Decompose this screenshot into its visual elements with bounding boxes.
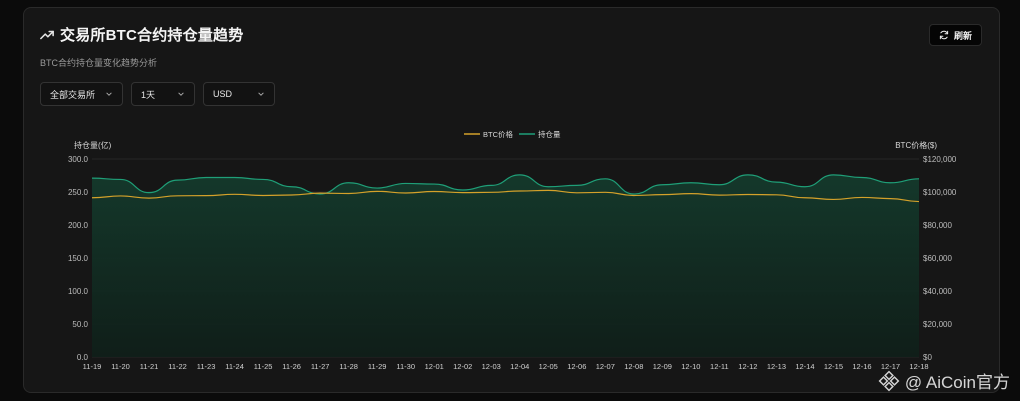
y-tick-right: $100,000 [923,188,957,197]
x-tick-label: 11-27 [311,362,330,371]
x-tick-label: 12-05 [539,362,558,371]
filter-bar: 全部交易所 1天 USD [40,82,275,106]
period-select[interactable]: 1天 [131,82,195,106]
exchange-select-value: 全部交易所 [50,89,96,100]
currency-select-value: USD [213,89,233,99]
y-tick-right: $80,000 [923,221,952,230]
x-tick-label: 12-04 [510,362,529,371]
y-tick-right: $40,000 [923,287,952,296]
oi-price-chart: 300.0 $120,000 250.0 $100,000 200.0 $80,000 15… [68,129,957,371]
x-tick-label: 12-07 [596,362,615,371]
legend-label-oi: 持仓量 [538,129,561,139]
exchange-select[interactable]: 全部交易所 [40,82,123,106]
x-tick-label: 11-30 [396,362,415,371]
x-tick-label: 12-16 [852,362,871,371]
oi-trend-card: 交易所BTC合约持仓量趋势 BTC合约持仓量变化趋势分析 刷新 全部交易所 1天… [23,7,1000,393]
y-tick-left: 250.0 [68,188,89,197]
x-tick-label: 12-09 [653,362,672,371]
refresh-button-label: 刷新 [953,30,972,41]
x-tick-label: 12-08 [624,362,643,371]
chevron-down-icon [178,92,184,96]
chevron-down-icon [106,92,112,96]
x-tick-label: 11-28 [339,362,358,371]
x-tick-label: 11-22 [168,362,187,371]
y-axis-label-left: 持仓量(亿) [74,140,112,150]
page-title: 交易所BTC合约持仓量趋势 [60,27,244,44]
y-tick-right: $0 [923,353,932,362]
y-tick-right: $20,000 [923,320,952,329]
y-tick-left: 100.0 [68,287,89,296]
x-tick-label: 11-29 [368,362,387,371]
y-tick-left: 300.0 [68,155,89,164]
x-tick-label: 12-12 [738,362,757,371]
x-tick-label: 12-06 [567,362,586,371]
y-tick-left: 50.0 [72,320,88,329]
x-tick-label: 11-26 [282,362,301,371]
x-tick-label: 11-21 [140,362,159,371]
x-tick-label: 11-19 [83,362,102,371]
period-select-value: 1天 [141,89,156,100]
y-axis-label-right: BTC价格($) [895,140,937,150]
legend-label-price: BTC价格 [483,129,513,139]
x-tick-label: 12-11 [710,362,729,371]
y-tick-left: 0.0 [77,353,89,362]
x-tick-label: 11-20 [111,362,130,371]
refresh-button[interactable]: 刷新 [928,24,982,46]
x-tick-label: 11-23 [197,362,216,371]
y-tick-right: $60,000 [923,254,952,263]
page-subtitle: BTC合约持仓量变化趋势分析 [40,58,158,68]
currency-select[interactable]: USD [203,82,275,106]
watermark-text: @ AiCoin官方 [904,373,1010,392]
watermark: @ AiCoin官方 [878,368,1010,393]
x-tick-label: 12-01 [425,362,444,371]
x-tick-label: 12-03 [482,362,501,371]
aicoin-logo-icon [878,370,900,391]
x-tick-label: 12-13 [767,362,786,371]
x-tick-label: 12-10 [681,362,700,371]
oi-area [92,174,919,357]
x-tick-label: 11-24 [225,362,244,371]
y-tick-left: 150.0 [68,254,89,263]
trending-up-icon [40,30,54,39]
refresh-icon [939,30,949,40]
x-tick-label: 12-15 [824,362,843,371]
y-tick-right: $120,000 [923,155,957,164]
x-tick-label: 11-25 [254,362,273,371]
x-tick-label: 12-02 [453,362,472,371]
chevron-down-icon [258,92,264,96]
card-header: 交易所BTC合约持仓量趋势 [40,24,243,45]
y-tick-left: 200.0 [68,221,89,230]
x-tick-label: 12-14 [795,362,814,371]
